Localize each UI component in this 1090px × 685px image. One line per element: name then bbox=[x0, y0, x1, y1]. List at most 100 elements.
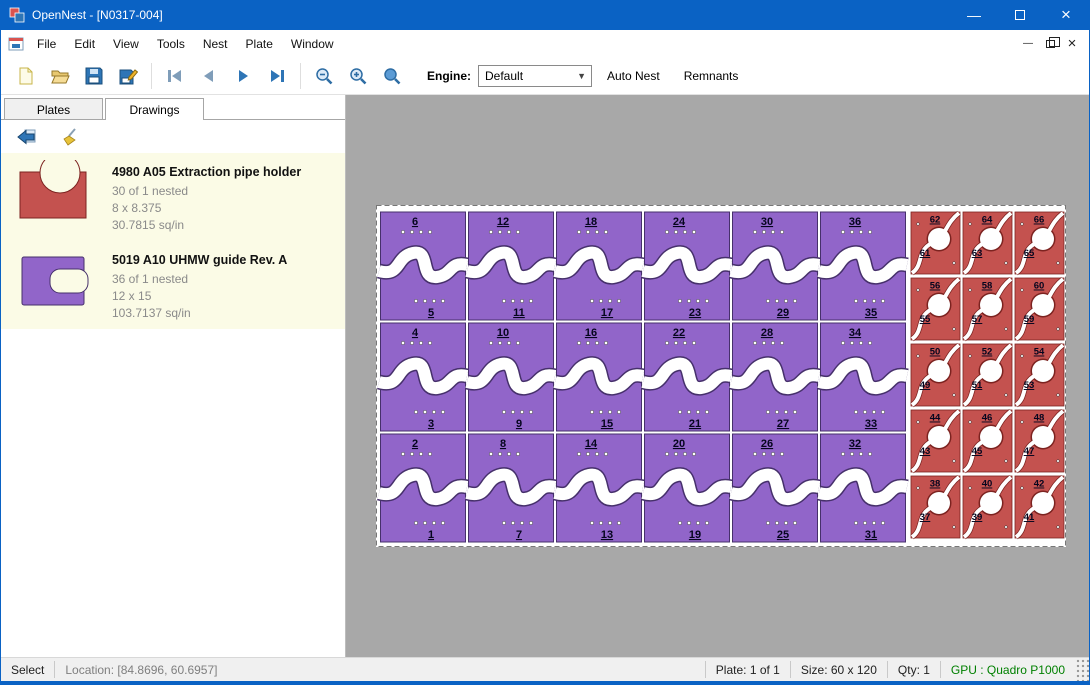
nest-part-pair[interactable]: 43 bbox=[379, 323, 467, 431]
svg-text:35: 35 bbox=[865, 307, 877, 319]
nest-part-pair[interactable]: 4645 bbox=[963, 410, 1012, 472]
nest-part-pair[interactable]: 3635 bbox=[819, 212, 907, 320]
svg-text:26: 26 bbox=[761, 438, 773, 450]
nest-part-pair[interactable]: 26 25 bbox=[731, 434, 819, 542]
svg-text:39: 39 bbox=[972, 512, 983, 523]
menu-tools[interactable]: Tools bbox=[148, 32, 194, 56]
nest-part-pair[interactable]: 6463 bbox=[963, 212, 1012, 274]
svg-text:10: 10 bbox=[497, 327, 509, 339]
nest-part-pair[interactable]: 3433 bbox=[819, 323, 907, 431]
svg-text:25: 25 bbox=[777, 529, 789, 541]
menu-window[interactable]: Window bbox=[282, 32, 343, 56]
tab-drawings[interactable]: Drawings bbox=[105, 98, 204, 120]
zoom-fit-icon bbox=[382, 66, 402, 86]
tab-plates[interactable]: Plates bbox=[4, 98, 103, 119]
nest-part-pair[interactable]: 1615 bbox=[555, 323, 643, 431]
nest-part-pair[interactable]: 2019 bbox=[643, 434, 731, 542]
last-icon bbox=[267, 66, 287, 86]
zoom-out-button[interactable] bbox=[307, 61, 341, 91]
drawings-toolbar bbox=[1, 120, 345, 153]
last-plate-button[interactable] bbox=[260, 61, 294, 91]
nest-part-pair[interactable]: 1211 bbox=[467, 212, 555, 320]
drawing-info: 5019 A10 UHMW guide Rev. A 36 of 1 neste… bbox=[112, 248, 287, 322]
nest-part-pair[interactable]: 21 bbox=[379, 434, 467, 542]
nest-plate[interactable]: 6512111817242330293635431091615222128273… bbox=[376, 205, 1066, 547]
nest-part-pair[interactable]: 5655 bbox=[911, 278, 960, 340]
zoom-in-button[interactable] bbox=[341, 61, 375, 91]
nest-part-pair[interactable]: 4241 bbox=[1015, 476, 1064, 538]
save-as-button[interactable] bbox=[111, 61, 145, 91]
list-item[interactable]: 4980 A05 Extraction pipe holder 30 of 1 … bbox=[1, 153, 345, 241]
toolbar-separator bbox=[300, 63, 301, 89]
svg-text:13: 13 bbox=[601, 529, 613, 541]
nest-canvas[interactable]: 6512111817242330293635431091615222128273… bbox=[346, 95, 1089, 657]
nest-part-pair[interactable]: 2221 bbox=[643, 323, 731, 431]
drawing-area: 103.7137 sq/in bbox=[112, 305, 287, 322]
minimize-button[interactable]: — bbox=[951, 0, 997, 30]
maximize-button[interactable] bbox=[997, 0, 1043, 30]
mdi-window-controls: — × bbox=[1017, 34, 1083, 54]
svg-text:18: 18 bbox=[585, 216, 597, 228]
resize-grip[interactable] bbox=[1075, 658, 1089, 681]
nest-part-pair[interactable]: 3231 bbox=[819, 434, 907, 542]
previous-icon bbox=[199, 66, 219, 86]
nest-part-pair[interactable]: 5251 bbox=[963, 344, 1012, 406]
svg-text:16: 16 bbox=[585, 327, 597, 339]
mdi-close-button[interactable]: × bbox=[1061, 34, 1083, 54]
send-back-button[interactable] bbox=[13, 124, 41, 150]
menu-view[interactable]: View bbox=[104, 32, 148, 56]
new-button[interactable] bbox=[9, 61, 43, 91]
nest-part-pair[interactable]: 3029 bbox=[731, 212, 819, 320]
nest-part-pair[interactable]: 2827 bbox=[731, 323, 819, 431]
first-plate-button[interactable] bbox=[158, 61, 192, 91]
close-button[interactable]: × bbox=[1043, 0, 1089, 30]
svg-text:59: 59 bbox=[1024, 314, 1035, 325]
drawing-size: 12 x 15 bbox=[112, 288, 287, 305]
mdi-minimize-button[interactable]: — bbox=[1017, 34, 1039, 54]
menu-file[interactable]: File bbox=[28, 32, 65, 56]
nest-part-pair[interactable]: 2423 bbox=[643, 212, 731, 320]
list-item[interactable]: 5019 A10 UHMW guide Rev. A 36 of 1 neste… bbox=[1, 241, 345, 329]
nest-part-pair[interactable]: 1413 bbox=[555, 434, 643, 542]
nest-part-pair[interactable]: 3837 bbox=[911, 476, 960, 538]
nest-part-pair[interactable]: 65 bbox=[379, 212, 467, 320]
nest-part-pair[interactable]: 5453 bbox=[1015, 344, 1064, 406]
sidebar: Plates Drawings bbox=[1, 95, 346, 657]
open-button[interactable] bbox=[43, 61, 77, 91]
svg-text:53: 53 bbox=[1024, 380, 1035, 391]
previous-plate-button[interactable] bbox=[192, 61, 226, 91]
svg-text:62: 62 bbox=[930, 215, 941, 226]
drawing-title: 4980 A05 Extraction pipe holder bbox=[112, 165, 301, 179]
nest-part-pair[interactable]: 5049 bbox=[911, 344, 960, 406]
auto-nest-button[interactable]: Auto Nest bbox=[598, 62, 669, 90]
svg-text:5: 5 bbox=[428, 307, 434, 319]
save-button[interactable] bbox=[77, 61, 111, 91]
nest-part-pair[interactable]: 62 61 bbox=[911, 212, 960, 274]
svg-text:48: 48 bbox=[1034, 413, 1045, 424]
next-plate-button[interactable] bbox=[226, 61, 260, 91]
nest-part-pair[interactable]: 6665 bbox=[1015, 212, 1064, 274]
nest-part-pair[interactable]: 1817 bbox=[555, 212, 643, 320]
menu-edit[interactable]: Edit bbox=[65, 32, 104, 56]
nest-part-pair[interactable]: 5857 bbox=[963, 278, 1012, 340]
remnants-button[interactable]: Remnants bbox=[675, 62, 748, 90]
zoom-out-icon bbox=[314, 66, 334, 86]
nest-part-pair[interactable]: 4443 bbox=[911, 410, 960, 472]
svg-text:34: 34 bbox=[849, 327, 862, 339]
engine-select[interactable]: Default ▼ bbox=[478, 65, 592, 87]
svg-text:44: 44 bbox=[930, 413, 941, 424]
svg-text:49: 49 bbox=[920, 380, 931, 391]
clear-button[interactable] bbox=[57, 124, 85, 150]
menu-plate[interactable]: Plate bbox=[237, 32, 282, 56]
svg-text:61: 61 bbox=[920, 248, 931, 259]
zoom-fit-button[interactable] bbox=[375, 61, 409, 91]
drawing-nested: 30 of 1 nested bbox=[112, 183, 301, 200]
svg-text:27: 27 bbox=[777, 418, 789, 430]
nest-part-pair[interactable]: 4039 bbox=[963, 476, 1012, 538]
menu-nest[interactable]: Nest bbox=[194, 32, 237, 56]
nest-part-pair[interactable]: 87 bbox=[467, 434, 555, 542]
mdi-restore-button[interactable] bbox=[1039, 34, 1061, 54]
nest-part-pair[interactable]: 4847 bbox=[1015, 410, 1064, 472]
nest-part-pair[interactable]: 109 bbox=[467, 323, 555, 431]
nest-part-pair[interactable]: 6059 bbox=[1015, 278, 1064, 340]
